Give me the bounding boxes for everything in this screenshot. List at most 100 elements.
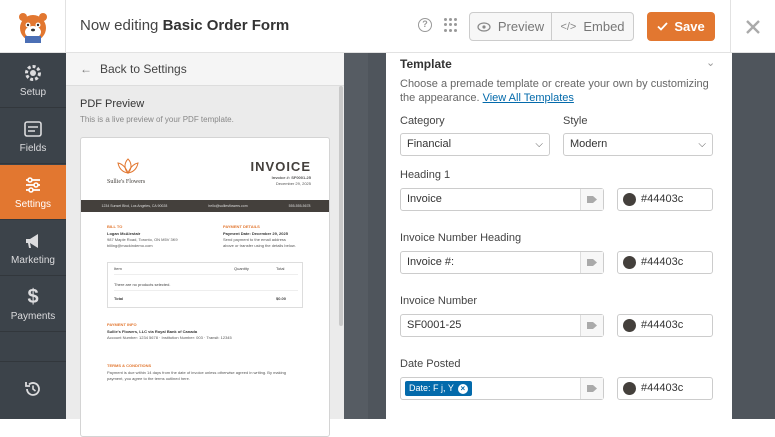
invoice-number-heading-color-input[interactable]: #44403c	[617, 251, 713, 274]
back-to-settings-link[interactable]: ← Back to Settings	[66, 53, 344, 86]
bear-logo-icon	[18, 12, 47, 43]
embed-label: Embed	[583, 19, 625, 34]
color-swatch[interactable]	[623, 256, 636, 269]
tag-icon	[587, 196, 597, 203]
chevron-down-icon: ⌵	[698, 139, 706, 150]
invoice-number-label: Invoice Number	[400, 295, 478, 307]
invoice-number-color-value: #44403c	[641, 319, 684, 331]
smart-tag-button[interactable]	[580, 378, 603, 399]
date-posted-input[interactable]: Date: F j, Y ×	[400, 377, 604, 400]
invoice-number-line: Invoice #: SF0001-25	[271, 175, 311, 180]
invoice-number-heading-color-value: #44403c	[641, 256, 684, 268]
table-header: Total	[276, 266, 285, 271]
preview-button[interactable]: Preview	[470, 13, 552, 40]
remove-chip-icon[interactable]: ×	[457, 383, 468, 394]
sidebar-item-marketing[interactable]: Marketing	[0, 221, 66, 276]
bill-to-label: BILL TO	[107, 224, 123, 229]
template-section-title[interactable]: Template	[400, 57, 452, 71]
invoice-date-line: December 29, 2025	[275, 181, 311, 186]
pdf-preview-subtext: This is a live preview of your PDF templ…	[80, 115, 234, 124]
payment-details-block: Payment Date: December 29, 2025 Send pay…	[223, 231, 296, 249]
style-value: Modern	[570, 138, 608, 150]
page-title: Now editing Basic Order Form	[80, 17, 289, 34]
invoice-number-heading-input[interactable]: Invoice #:	[400, 251, 604, 274]
sidebar-item-payments[interactable]: $ Payments	[0, 277, 66, 332]
megaphone-icon	[26, 233, 38, 248]
template-description: Choose a premade template or create your…	[400, 77, 720, 105]
dollar-icon: $	[27, 285, 39, 308]
sidebar-item-fields[interactable]: Fields	[0, 109, 66, 164]
table-empty-row: There are no products selected.	[114, 279, 298, 291]
category-value: Financial	[407, 138, 452, 150]
color-swatch[interactable]	[623, 382, 636, 395]
payment-info-line: Account Number: 1234 5678 · Institution …	[107, 335, 232, 340]
template-settings-panel: Template ⌄ Choose a premade template or …	[386, 53, 732, 419]
invoice-number-heading-value: Invoice #:	[407, 256, 455, 268]
date-posted-label: Date Posted	[400, 358, 461, 370]
invoice-number-input[interactable]: SF0001-25	[400, 314, 604, 337]
invoice-email: hello@sulliesflowers.com	[208, 204, 248, 208]
invoice-number-heading-label: Invoice Number Heading	[400, 232, 522, 244]
checkmark-icon	[657, 22, 668, 31]
heading1-color-input[interactable]: #44403c	[617, 188, 713, 211]
heading1-input[interactable]: Invoice	[400, 188, 604, 211]
invoice-phone: 555-555-5678	[288, 204, 311, 208]
dots-grid-icon[interactable]	[444, 18, 458, 32]
main-sidebar: Setup Fields Settings Marketing $ Paymen…	[0, 53, 66, 419]
invoice-address: 1234 Sunset Blvd, Los Angeles, CA 90028	[101, 204, 168, 208]
sidebar-label: Settings	[14, 198, 52, 210]
smart-tag-button[interactable]	[580, 252, 603, 273]
color-swatch[interactable]	[623, 319, 636, 332]
pdf-preview-heading: PDF Preview	[80, 98, 145, 110]
date-posted-color-input[interactable]: #44403c	[617, 377, 713, 400]
smart-tag-button[interactable]	[580, 315, 603, 336]
arrow-left-icon: ←	[80, 62, 92, 76]
invoice-company: Sullie's Flowers	[107, 179, 146, 185]
style-select[interactable]: Modern ⌵	[563, 133, 713, 156]
close-button[interactable]	[730, 0, 775, 53]
help-icon[interactable]: ?	[418, 18, 432, 32]
eye-icon	[477, 21, 491, 32]
code-icon: </>	[560, 20, 577, 33]
payment-line: above or transfer using the details belo…	[223, 243, 296, 248]
title-prefix: Now editing	[80, 17, 159, 34]
form-name: Basic Order Form	[162, 17, 290, 34]
category-select[interactable]: Financial ⌵	[400, 133, 550, 156]
settings-panel: ← Back to Settings PDF Preview This is a…	[66, 53, 344, 437]
top-bar: Now editing Basic Order Form ? Preview <…	[0, 0, 775, 53]
terms-label: TERMS & CONDITIONS	[107, 363, 152, 368]
heading1-value: Invoice	[407, 193, 442, 205]
preview-scrollbar[interactable]	[339, 86, 343, 326]
smart-tag-button[interactable]	[580, 189, 603, 210]
history-icon	[25, 382, 40, 396]
save-button[interactable]: Save	[647, 12, 715, 41]
invoice-number-color-input[interactable]: #44403c	[617, 314, 713, 337]
preview-embed-group: Preview </> Embed	[469, 12, 634, 41]
view-all-templates-link[interactable]: View All Templates	[483, 92, 574, 104]
tag-icon	[587, 322, 597, 329]
table-total-row: Total $0.00	[114, 293, 298, 305]
date-smart-tag-chip[interactable]: Date: F j, Y ×	[405, 381, 472, 396]
chevron-down-icon[interactable]: ⌄	[706, 56, 715, 69]
chip-label: Date: F j, Y	[409, 383, 454, 393]
tag-icon	[587, 385, 597, 392]
date-posted-color-value: #44403c	[641, 382, 684, 394]
style-label: Style	[563, 115, 588, 127]
sidebar-item-settings[interactable]: Settings	[0, 165, 66, 220]
heading1-color-value: #44403c	[641, 193, 684, 205]
wpforms-logo[interactable]	[0, 0, 66, 53]
chevron-down-icon: ⌵	[535, 139, 543, 150]
sidebar-item-setup[interactable]: Setup	[0, 53, 66, 108]
sliders-icon	[26, 176, 40, 193]
invoice-items-table: Item Quantity Total There are no product…	[107, 262, 303, 308]
terms-block: Payment is due within 14 days from the d…	[107, 370, 286, 382]
color-swatch[interactable]	[623, 193, 636, 206]
revisions-button[interactable]	[0, 361, 66, 416]
invoice-contact-bar: 1234 Sunset Blvd, Los Angeles, CA 90028 …	[81, 200, 329, 212]
gear-icon	[25, 64, 41, 81]
embed-button[interactable]: </> Embed	[552, 13, 633, 40]
sidebar-label: Fields	[19, 142, 47, 154]
fields-icon	[24, 120, 42, 137]
category-label: Category	[400, 115, 445, 127]
payment-details-label: PAYMENT DETAILS	[223, 224, 260, 229]
